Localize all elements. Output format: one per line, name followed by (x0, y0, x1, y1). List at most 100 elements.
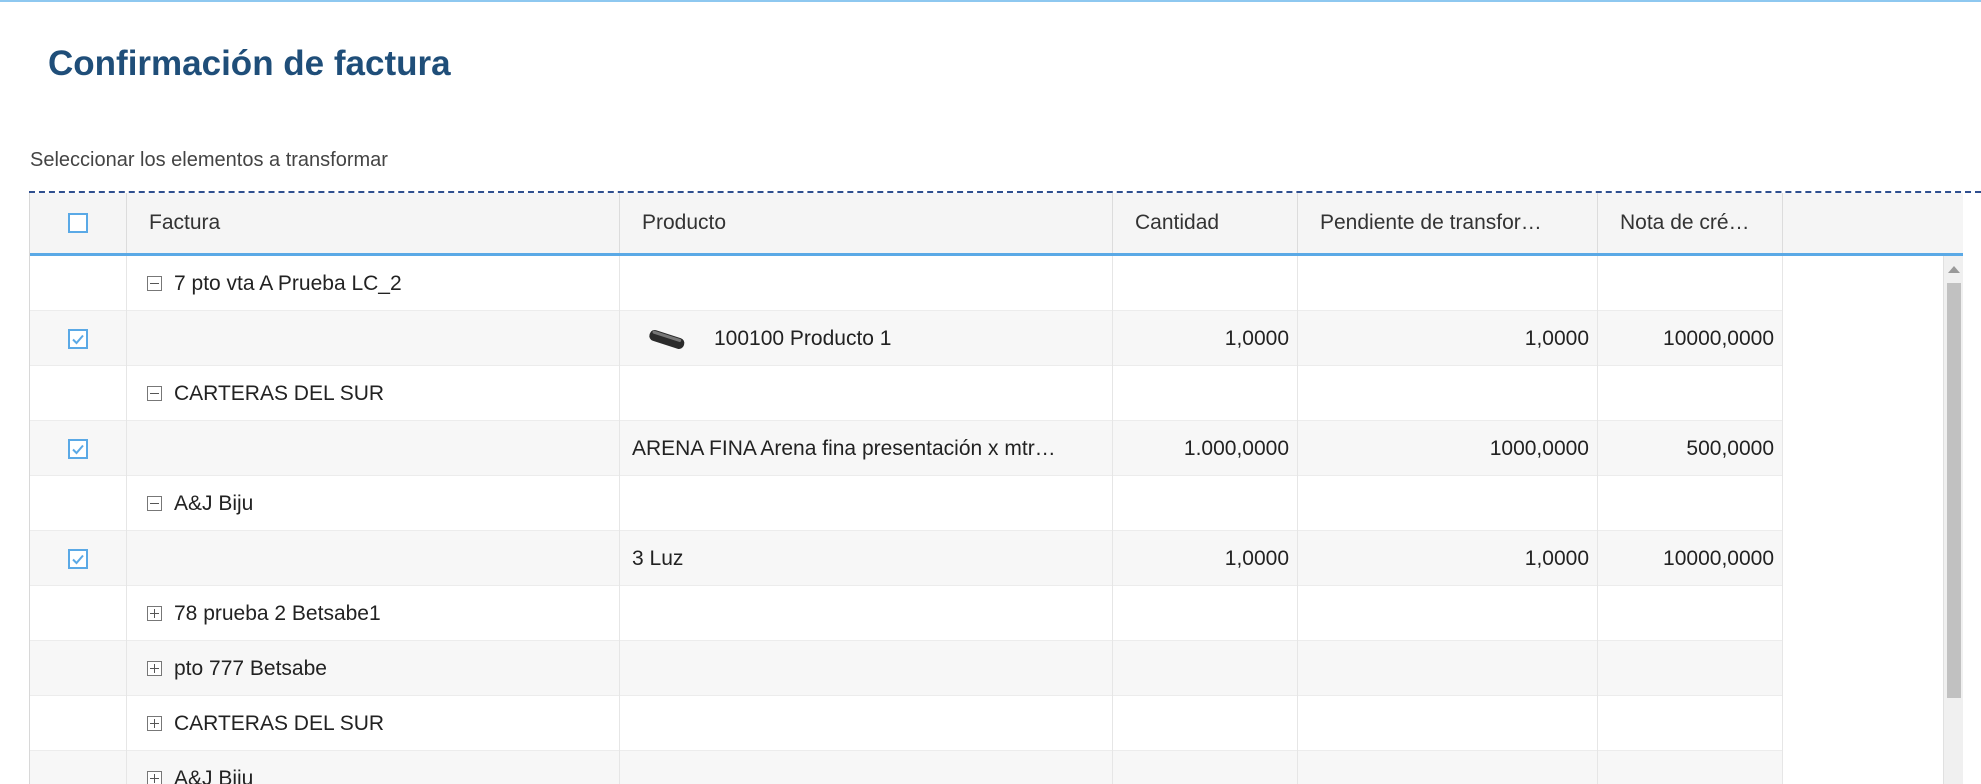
spacer-cell (1783, 696, 1943, 751)
expand-icon[interactable] (147, 771, 162, 784)
nota-cell (1598, 696, 1783, 751)
spacer-cell (1783, 641, 1943, 696)
factura-label: 78 prueba 2 Betsabe1 (174, 601, 381, 625)
factura-label: 7 pto vta A Prueba LC_2 (174, 271, 402, 295)
spacer-cell (1783, 421, 1943, 476)
nota-cell: 500,0000 (1598, 421, 1783, 476)
select-all-checkbox[interactable] (68, 213, 88, 233)
nota-cell (1598, 586, 1783, 641)
row-checkbox[interactable] (68, 438, 88, 459)
factura-label: CARTERAS DEL SUR (174, 711, 385, 735)
collapse-icon[interactable] (147, 276, 162, 291)
factura-cell: A&J Biju (127, 751, 620, 784)
spacer-cell (1783, 311, 1943, 366)
grid-header: Factura Producto Cantidad Pendiente de t… (30, 193, 1963, 256)
row-check-cell (30, 751, 127, 784)
spacer-cell (1783, 366, 1943, 421)
group-row[interactable]: 7 pto vta A Prueba LC_2 (30, 256, 1943, 311)
cantidad-cell (1113, 476, 1298, 531)
factura-label: A&J Biju (174, 766, 254, 784)
grid-body: 7 pto vta A Prueba LC_2 100100 Producto 1… (30, 256, 1943, 784)
spacer-cell (1783, 476, 1943, 531)
group-row[interactable]: CARTERAS DEL SUR (30, 696, 1943, 751)
producto-cell (620, 366, 1113, 421)
vertical-scrollbar[interactable] (1943, 256, 1963, 784)
invoice-grid: Factura Producto Cantidad Pendiente de t… (29, 191, 1981, 784)
group-row[interactable]: A&J Biju (30, 476, 1943, 531)
column-header-producto[interactable]: Producto (620, 193, 1113, 253)
expand-icon[interactable] (147, 716, 162, 731)
collapse-icon[interactable] (147, 386, 162, 401)
producto-cell: ARENA FINA Arena fina presentación x mtr… (620, 421, 1113, 476)
row-check-cell (30, 311, 127, 366)
group-row[interactable]: 78 prueba 2 Betsabe1 (30, 586, 1943, 641)
collapse-icon[interactable] (147, 496, 162, 511)
pendiente-cell (1298, 751, 1598, 784)
column-header-cantidad[interactable]: Cantidad (1113, 193, 1298, 253)
scrollbar-thumb[interactable] (1947, 283, 1961, 698)
product-thumbnail (632, 319, 702, 359)
nota-cell (1598, 641, 1783, 696)
factura-cell: CARTERAS DEL SUR (127, 366, 620, 421)
group-row[interactable]: A&J Biju (30, 751, 1943, 784)
table-row[interactable]: 100100 Producto 1 1,0000 1,0000 10000,0000 (30, 311, 1943, 366)
factura-label: CARTERAS DEL SUR (174, 381, 385, 405)
producto-cell (620, 641, 1113, 696)
column-header-pendiente[interactable]: Pendiente de transfor… (1298, 193, 1598, 253)
factura-label: pto 777 Betsabe (174, 656, 327, 680)
cantidad-cell (1113, 586, 1298, 641)
pendiente-cell (1298, 366, 1598, 421)
pendiente-cell: 1,0000 (1298, 311, 1598, 366)
table-row[interactable]: ARENA FINA Arena fina presentación x mtr… (30, 421, 1943, 476)
row-checkbox[interactable] (68, 548, 88, 569)
spacer-cell (1783, 751, 1943, 784)
nota-cell (1598, 366, 1783, 421)
spacer-cell (1783, 586, 1943, 641)
factura-cell (127, 421, 620, 476)
nota-cell: 10000,0000 (1598, 311, 1783, 366)
nota-cell (1598, 476, 1783, 531)
spacer-cell (1783, 256, 1943, 311)
expand-icon[interactable] (147, 661, 162, 676)
factura-cell: 78 prueba 2 Betsabe1 (127, 586, 620, 641)
page-title: Confirmación de factura (48, 44, 451, 83)
table-row[interactable]: 3 Luz 1,0000 1,0000 10000,0000 (30, 531, 1943, 586)
producto-cell (620, 256, 1113, 311)
cantidad-cell (1113, 696, 1298, 751)
row-check-cell (30, 476, 127, 531)
pendiente-cell (1298, 641, 1598, 696)
group-row[interactable]: CARTERAS DEL SUR (30, 366, 1943, 421)
nota-cell: 10000,0000 (1598, 531, 1783, 586)
nota-cell (1598, 751, 1783, 784)
row-check-cell (30, 641, 127, 696)
producto-label: 3 Luz (632, 546, 684, 570)
producto-cell (620, 751, 1113, 784)
pendiente-cell (1298, 476, 1598, 531)
factura-cell (127, 531, 620, 586)
producto-cell (620, 586, 1113, 641)
column-header-nota[interactable]: Nota de cré… (1598, 193, 1783, 253)
factura-cell: pto 777 Betsabe (127, 641, 620, 696)
producto-cell (620, 476, 1113, 531)
scroll-up-arrow-icon[interactable] (1948, 266, 1960, 273)
row-checkbox[interactable] (68, 328, 88, 349)
nota-cell (1598, 256, 1783, 311)
row-check-cell (30, 586, 127, 641)
row-check-cell (30, 421, 127, 476)
cantidad-cell (1113, 366, 1298, 421)
producto-label: 100100 Producto 1 (714, 326, 892, 350)
producto-cell (620, 696, 1113, 751)
column-header-factura[interactable]: Factura (127, 193, 620, 253)
column-header-spacer (1783, 193, 1963, 253)
factura-cell (127, 311, 620, 366)
factura-cell: 7 pto vta A Prueba LC_2 (127, 256, 620, 311)
pendiente-cell (1298, 256, 1598, 311)
expand-icon[interactable] (147, 606, 162, 621)
cantidad-cell (1113, 641, 1298, 696)
row-check-cell (30, 366, 127, 421)
spacer-cell (1783, 531, 1943, 586)
row-check-cell (30, 531, 127, 586)
group-row[interactable]: pto 777 Betsabe (30, 641, 1943, 696)
pendiente-cell: 1,0000 (1298, 531, 1598, 586)
producto-cell: 100100 Producto 1 (620, 311, 1113, 366)
